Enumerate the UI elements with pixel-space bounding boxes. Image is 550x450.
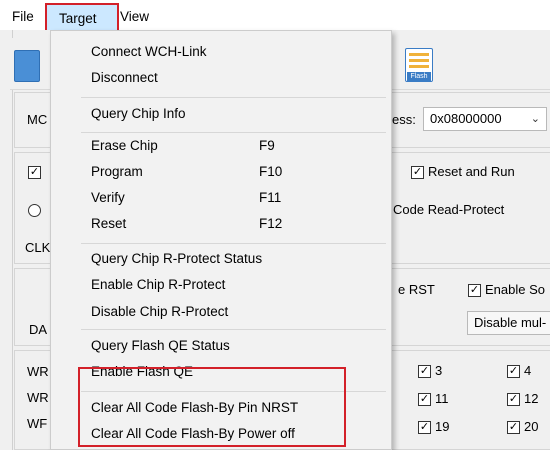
menu-item-disconnect[interactable]: Disconnect	[51, 65, 391, 91]
menu-item-label: Program	[91, 164, 143, 179]
clk-label: CLK	[25, 240, 51, 255]
menu-item-verify[interactable]: Verify F11	[51, 185, 391, 211]
menu-item-label: Disconnect	[91, 70, 158, 85]
wr-label-2: WR	[27, 390, 49, 405]
menu-item-reset[interactable]: Reset F12	[51, 211, 391, 237]
left-border	[12, 30, 13, 450]
enable-so-label: Enable So	[485, 282, 545, 297]
menu-item-label: Reset	[91, 216, 127, 231]
menu-separator	[81, 97, 386, 98]
wr-checkbox-19[interactable]: ✓	[418, 421, 431, 434]
menu-item-enable-chip-r-protect[interactable]: Enable Chip R-Protect	[51, 272, 391, 298]
menu-separator	[81, 243, 386, 244]
wr-label-1: WR	[27, 364, 49, 379]
menu-item-shortcut: F9	[259, 138, 275, 153]
reset-and-run-checkbox[interactable]: ✓	[411, 166, 424, 179]
chevron-down-icon: ⌄	[530, 113, 540, 125]
menu-item-label: Enable Chip R-Protect	[91, 277, 226, 292]
wr-checkbox-11-label: 11	[435, 391, 449, 406]
code-read-protect-label: Code Read-Protect	[393, 202, 505, 217]
menu-target[interactable]: Target	[45, 3, 119, 32]
menu-item-label: Query Chip Info	[91, 106, 186, 121]
enable-so-checkbox[interactable]: ✓	[468, 284, 481, 297]
rst-label: e RST	[398, 282, 435, 297]
menu-bar: File Target View	[0, 0, 550, 32]
wr-checkbox-3-label: 3	[435, 363, 443, 378]
menu-item-label: Erase Chip	[91, 138, 158, 153]
menu-separator	[81, 329, 386, 330]
da-label: DA	[29, 322, 48, 337]
wr-checkbox-20[interactable]: ✓	[507, 421, 520, 434]
address-label: ess:	[392, 112, 416, 127]
wr-checkbox-20-label: 20	[524, 419, 539, 434]
menu-item-label: Verify	[91, 190, 125, 205]
menu-item-label: Disable Chip R-Protect	[91, 304, 229, 319]
menu-item-query-chip-info[interactable]: Query Chip Info	[51, 101, 391, 127]
menu-item-erase-chip[interactable]: Erase Chip F9	[51, 133, 391, 159]
reset-and-run-label: Reset and Run	[428, 164, 515, 179]
menu-file[interactable]: File	[12, 6, 34, 28]
checkbox-e[interactable]: ✓	[28, 166, 41, 179]
wr-checkbox-19-label: 19	[435, 419, 450, 434]
mcu-label: MC	[27, 112, 48, 127]
menu-item-shortcut: F11	[259, 190, 282, 205]
menu-item-disable-chip-r-protect[interactable]: Disable Chip R-Protect	[51, 299, 391, 325]
menu-item-label: Connect WCH-Link	[91, 44, 207, 59]
flash-icon-label: Flash	[407, 72, 431, 81]
address-value: 0x08000000	[430, 111, 502, 126]
mul-select-value: Disable mul-	[474, 315, 547, 330]
highlight-box	[78, 367, 346, 447]
wr-checkbox-4-label: 4	[524, 363, 532, 378]
menu-item-connect-wch-link[interactable]: Connect WCH-Link	[51, 39, 391, 65]
wr-checkbox-4[interactable]: ✓	[507, 365, 520, 378]
open-file-icon[interactable]	[14, 50, 40, 82]
menu-view[interactable]: View	[120, 6, 149, 28]
menu-item-query-flash-qe-status[interactable]: Query Flash QE Status	[51, 333, 391, 359]
radio-e[interactable]	[28, 204, 41, 217]
wr-checkbox-12[interactable]: ✓	[507, 393, 520, 406]
wr-checkbox-11[interactable]: ✓	[418, 393, 431, 406]
menu-item-shortcut: F10	[259, 164, 283, 179]
menu-item-label: Query Chip R-Protect Status	[91, 251, 263, 266]
address-select[interactable]: 0x08000000 ⌄	[423, 107, 547, 131]
wr-checkbox-12-label: 12	[524, 391, 539, 406]
mul-select[interactable]: Disable mul-	[467, 311, 550, 335]
menu-item-label: Query Flash QE Status	[91, 338, 230, 353]
menu-item-query-chip-r-protect-status[interactable]: Query Chip R-Protect Status	[51, 246, 391, 272]
menu-item-shortcut: F12	[259, 216, 283, 231]
menu-item-program[interactable]: Program F10	[51, 159, 391, 185]
wr-label-3: WF	[27, 416, 48, 431]
flash-icon[interactable]: Flash	[405, 48, 433, 82]
wr-checkbox-3[interactable]: ✓	[418, 365, 431, 378]
